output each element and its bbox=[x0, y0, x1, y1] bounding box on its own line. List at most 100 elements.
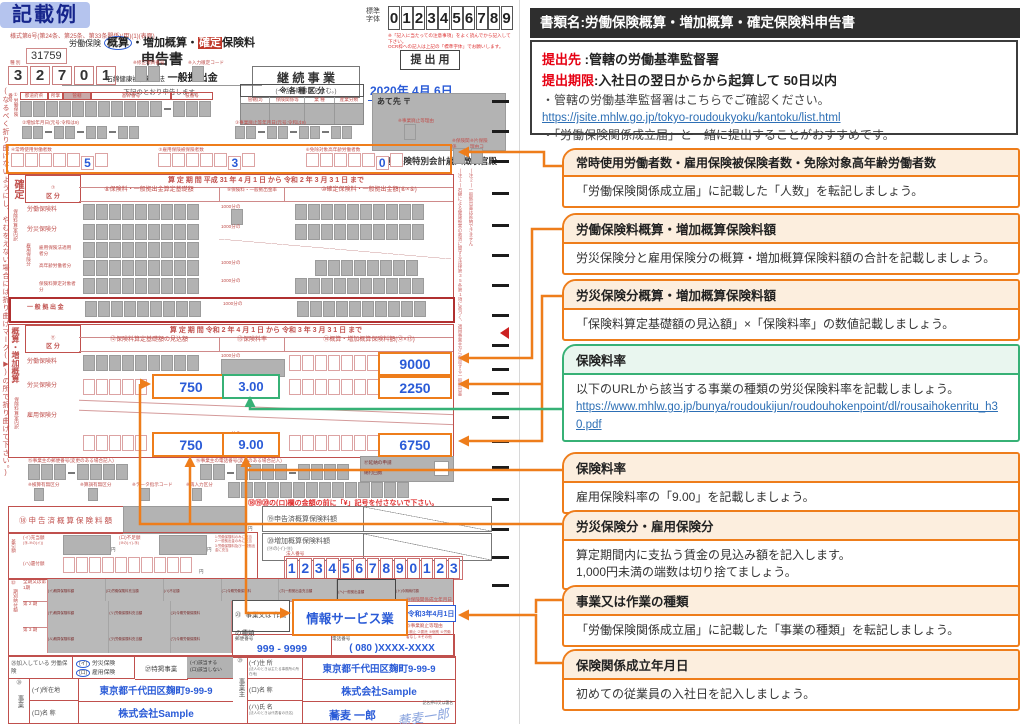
koyou-basis: 750 bbox=[152, 432, 230, 457]
business-name: 株式会社Sample bbox=[79, 701, 233, 723]
callout-workers-count: 常時使用労働者数・雇用保険被保険者数・免除対象高年齢労働者数 「労働保険関係成立… bbox=[562, 148, 1020, 208]
signature: 蕎麦一郎 bbox=[396, 703, 450, 724]
tel-change-label: ⑯事業主の電話番号(変更のある場合記入) bbox=[196, 458, 282, 464]
panel-divider bbox=[519, 0, 520, 724]
rousai-rate-link[interactable]: https://www.mhlw.go.jp/bunya/roudoukijun… bbox=[576, 401, 998, 431]
corporate-number: 1234567890123 bbox=[284, 556, 463, 580]
workers-insured: 3 bbox=[228, 156, 241, 170]
fold-mark bbox=[492, 100, 509, 103]
owner-name-label: (ロ)名 称 bbox=[247, 679, 303, 701]
business-column-label: ㉘ 事業 bbox=[9, 679, 30, 723]
increase-date-boxes bbox=[22, 126, 140, 144]
owner-address-label: (イ)住 所 (法人のときは主たる事務所の所在地) bbox=[247, 657, 303, 679]
owner-address: 東京都千代田区麹町9-99-9 bbox=[303, 657, 455, 680]
standard-note: ※「記入に当たっての注意事項」をよく読んでから記入して下さい。 OCR枠への記入… bbox=[388, 33, 514, 50]
enrolled-insurance-label: ㉖加入している 労働保険 bbox=[9, 657, 73, 679]
fold-mark bbox=[492, 224, 509, 227]
tel-cell: 電話番号 ( 080 )XXXX-XXXX bbox=[330, 634, 455, 658]
koyou-rate: 9.00 bbox=[222, 432, 280, 457]
enrolled-insurance-options: (イ) 労災保険 (ロ) 雇用保険 bbox=[73, 657, 135, 679]
abolish-reason-label: ※事業廃止等理由 bbox=[398, 118, 434, 124]
callout-business-type: 事業又は作業の種類 「労働保険関係成立届」に記載した「事業の種類」を転記しましょ… bbox=[562, 585, 1020, 647]
fix-item-label: ※修正項目番号 bbox=[133, 60, 164, 66]
fix-item-boxes bbox=[135, 66, 161, 87]
form-note-right-2: (注2)一般拠出金は延納できません bbox=[468, 168, 473, 338]
increase-date-label: ②増加年月日(元号:令和は9) bbox=[22, 120, 79, 126]
estimate-total-amount: 9000 bbox=[378, 352, 452, 376]
category-table: ※ 各 種 区 分 管轄(2) 保険関係等 業 種 産業分類 bbox=[240, 84, 364, 125]
addressee-label: あて先 〒 bbox=[373, 94, 505, 109]
fold-mark bbox=[492, 192, 509, 195]
establishment-date-label: ㉔保険関係成立年月日 bbox=[406, 597, 452, 603]
declared-premium-box19: ⑲申告済概算保険料額 bbox=[262, 506, 492, 532]
standard-font-label: 標準字体 bbox=[366, 8, 380, 23]
submit-use-box: 提 出 用 bbox=[400, 50, 460, 70]
difference-block: 差引額 (イ)充当額 (⑱-⑩の(イ)) 円 (ロ)不足額 (⑩の(イ)-⑱) … bbox=[8, 532, 258, 580]
callout-total-premium: 労働保険料概算・増加概算保険料額 労災保険分と雇用保険分の概算・増加概算保険料額… bbox=[562, 213, 1020, 275]
form-code: 31759 bbox=[26, 48, 67, 64]
business-type-label: ㉓ 事業又は 作業の種類 bbox=[232, 600, 290, 632]
callout-koyou-rate: 保険料率 雇用保険料率の「9.00」を記載しましょう。 bbox=[562, 452, 1020, 514]
owner-person: 蕎麦 一郎 bbox=[329, 707, 376, 723]
fold-mark bbox=[492, 416, 509, 419]
rousai-basis: 750 bbox=[152, 374, 230, 399]
deadline-value: :入社日の翌日からから起算して 50日以内 bbox=[594, 73, 837, 88]
declared-premium-label: ⑱申告済概算保険料額 bbox=[8, 506, 125, 534]
bottom-block: ㉖加入している 労働保険 (イ) 労災保険 (ロ) 雇用保険 ㉗特掲事業 (イ)… bbox=[8, 656, 456, 724]
form-note-right-1: (注1)石綿による健康被害の救済に関する法律第35条第1項に基づく、適用事業主か… bbox=[457, 168, 462, 458]
business-address: 東京都千代田区麹町9-99-9 bbox=[79, 679, 233, 702]
callout-establishment-date: 保険関係成立年月日 初めての従業員の入社日を記入しましょう。 bbox=[562, 649, 1020, 711]
postal-change-label: ⑮事業主の郵便番号(変更のある場合記入) bbox=[28, 458, 114, 464]
submission-info-box: 提出先 :管轄の労働基準監督署 提出期限:入社日の翌日からから起算して 50日以… bbox=[530, 40, 1018, 135]
callout-rousai-rate: 保険料率 以下のURLから該当する事業の種類の労災保険料率を記載しましょう。 h… bbox=[562, 344, 1020, 442]
workers-count-row: ④常時使用労働者数 5 ⑤雇用保険被保険者数 3 ⑥免除対象高年齢労働者数 0 bbox=[6, 144, 452, 174]
fold-mark bbox=[492, 314, 509, 317]
fold-mark bbox=[492, 498, 509, 501]
input-code-label: ※入力徹定コード bbox=[188, 60, 224, 66]
abolish-reason2-label: ㉕事業廃止等理由 bbox=[406, 623, 443, 629]
fold-mark bbox=[492, 440, 509, 443]
input-code-box bbox=[192, 66, 205, 87]
fold-mark bbox=[492, 344, 509, 347]
insurance-no-row: 都道府県 所掌 管轄 基幹番号 枝番号 bbox=[20, 92, 230, 122]
fold-mark bbox=[492, 584, 509, 587]
fold-mark bbox=[492, 368, 509, 371]
rousai-rate: 3.00 bbox=[222, 374, 280, 399]
abolish-date-boxes bbox=[235, 126, 353, 144]
deadline-label: 提出期限 bbox=[542, 73, 594, 88]
type-value: 32701 bbox=[8, 66, 118, 85]
submit-to-label: 提出先 bbox=[542, 52, 581, 67]
type-label: 種 別 bbox=[10, 60, 20, 66]
callout-wage-estimate: 労災保険分・雇用保険分 算定期間内に支払う賃金の見込み額を記入します。 1,00… bbox=[562, 510, 1020, 590]
settlement-table: 確定 保険料算定内訳 ⑦ 区 分 算 定 期 間 平成 31 年 4 月 1 日… bbox=[8, 174, 454, 322]
kantoku-list-link[interactable]: https://jsite.mhlw.go.jp/tokyo-roudoukyo… bbox=[542, 112, 841, 124]
owner-person-cell: 記名押印又は署名 蕎麦 一郎 蕎麦一郎 bbox=[303, 701, 455, 723]
title-prefix: 労働保険 bbox=[69, 39, 101, 48]
business-type-value: 情報サービス業 bbox=[292, 599, 408, 636]
document-title-header: 書類名:労働保険概算・増加概算・確定保険料申告書 bbox=[530, 8, 1020, 38]
submit-to-value: :管轄の労働基準監督署 bbox=[581, 52, 719, 67]
fold-mark bbox=[492, 254, 509, 257]
standard-digits: 0123456789 bbox=[388, 6, 513, 30]
abolish-reason-box bbox=[404, 124, 417, 145]
fold-mark bbox=[492, 130, 509, 133]
page: 記載例 様式第6号(第24条、第25条、第33条関係)(甲)(1)(表面) (な… bbox=[0, 0, 1024, 724]
koyou-amount: 6750 bbox=[378, 433, 452, 457]
owner-person-label: (ハ)氏 名 (法人のときは代表者の氏名) bbox=[247, 701, 303, 723]
fold-mark bbox=[492, 284, 509, 287]
special-business-label: ㉗特掲事業 bbox=[135, 657, 188, 680]
workers-exempt: 0 bbox=[376, 156, 389, 170]
fold-mark bbox=[492, 160, 509, 163]
owner-name: 株式会社Sample bbox=[303, 679, 455, 702]
abolish-date-label: ③事業廃止等年月日(元号:令和は9) bbox=[235, 120, 306, 126]
workers-regular: 5 bbox=[81, 156, 94, 170]
business-name-label: (ロ)名 称 bbox=[29, 701, 79, 723]
title-gaisan: 概算 bbox=[104, 36, 132, 50]
fold-mark bbox=[492, 528, 509, 531]
special-business-options: (イ)該当する (ロ)該当しない bbox=[187, 657, 233, 679]
deferral-panel: ⑰延納の申請 納付回数 bbox=[360, 456, 454, 482]
business-address-label: (イ)所在地 bbox=[29, 679, 79, 701]
fold-mark bbox=[492, 466, 509, 469]
fold-mark bbox=[492, 392, 509, 395]
owner-column-label: ㉙ 事業主 bbox=[233, 657, 248, 723]
